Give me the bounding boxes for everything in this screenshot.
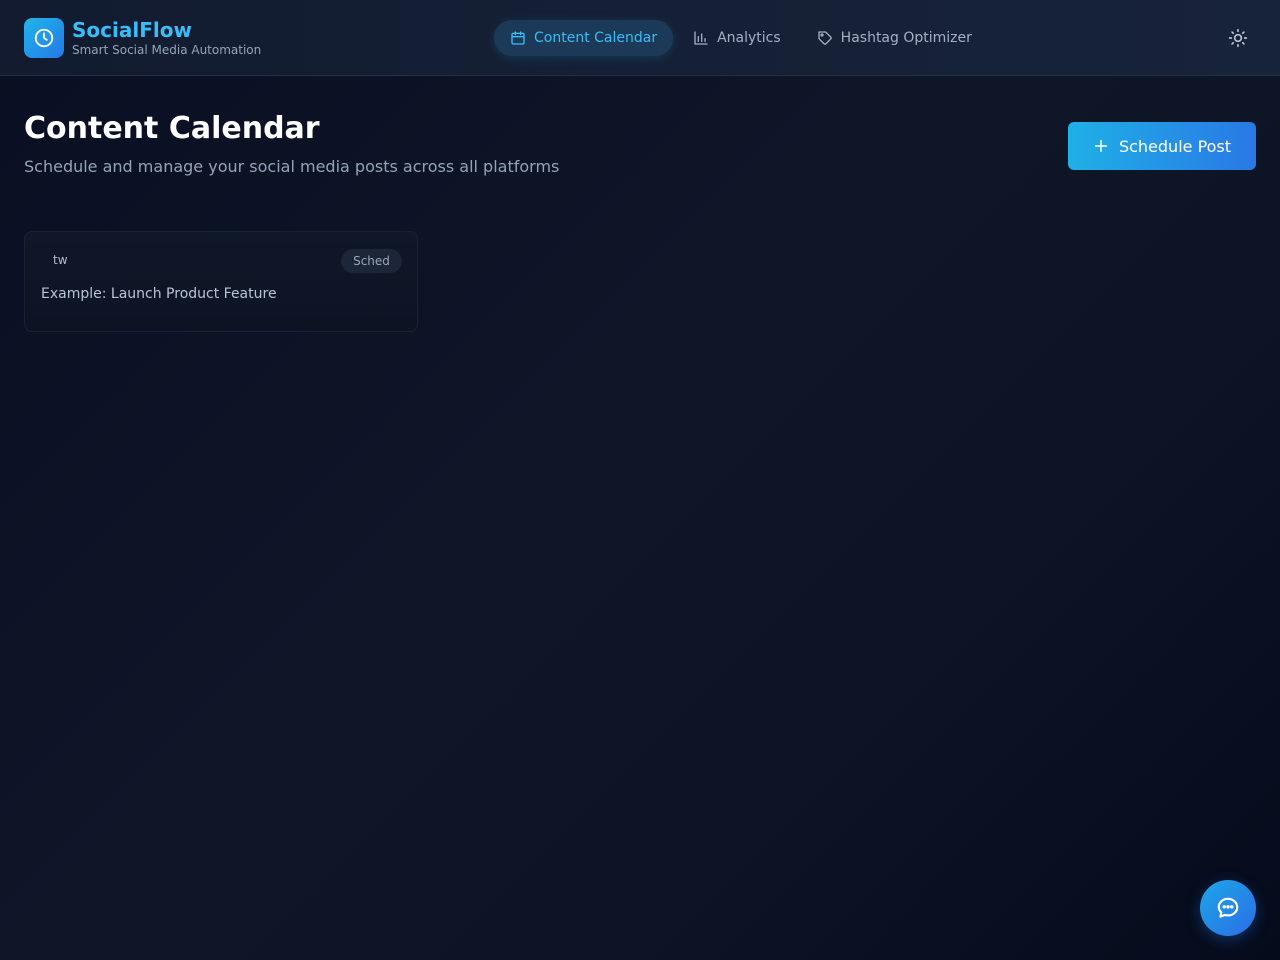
tab-analytics[interactable]: Analytics [677, 20, 797, 56]
clock-icon [24, 18, 64, 58]
brand-name: SocialFlow [72, 18, 192, 42]
brand-tagline: Smart Social Media Automation [72, 43, 262, 57]
bar-chart-icon [694, 31, 708, 45]
sun-icon [1228, 28, 1248, 48]
main-nav: Content Calendar Analytics Hashtag Optim… [494, 20, 992, 56]
tab-content-calendar[interactable]: Content Calendar [494, 20, 674, 56]
app-header: SocialFlow Smart Social Media Automation… [0, 0, 1280, 76]
post-platform: tw [53, 253, 68, 267]
brand[interactable]: SocialFlow Smart Social Media Automation [24, 18, 261, 58]
page-title: Content Calendar [24, 111, 320, 146]
tab-label: Hashtag Optimizer [840, 30, 972, 46]
tab-label: Content Calendar [534, 30, 658, 46]
post-card[interactable]: tw Sched Example: Launch Product Feature [24, 231, 418, 332]
chat-bubble-icon [1217, 897, 1239, 918]
status-badge: Sched [341, 249, 402, 273]
chat-button[interactable] [1200, 880, 1256, 936]
plus-icon [1094, 139, 1108, 153]
calendar-icon [511, 31, 525, 45]
brand-text: SocialFlow Smart Social Media Automation [72, 18, 261, 58]
tab-hashtag-optimizer[interactable]: Hashtag Optimizer [801, 20, 988, 56]
tag-icon [818, 31, 832, 45]
post-title: Example: Launch Product Feature [41, 286, 277, 302]
schedule-post-label: Schedule Post [1118, 136, 1232, 156]
schedule-post-button[interactable]: Schedule Post [1068, 122, 1256, 170]
tab-label: Analytics [717, 30, 781, 46]
page-subtitle: Schedule and manage your social media po… [24, 157, 560, 176]
theme-toggle-button[interactable] [1226, 26, 1250, 50]
